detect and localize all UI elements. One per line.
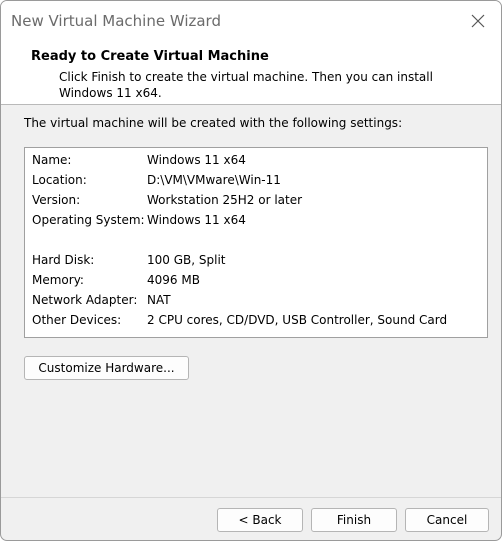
setting-row-memory: Memory: 4096 MB — [32, 273, 200, 293]
setting-label: Location: — [32, 173, 87, 187]
setting-label: Version: — [32, 193, 81, 207]
close-icon — [471, 14, 485, 28]
footer-divider — [1, 497, 501, 498]
setting-row-os: Operating System: Windows 11 x64 — [32, 213, 246, 233]
setting-label: Name: — [32, 153, 72, 167]
wizard-window: New Virtual Machine Wizard Ready to Crea… — [0, 0, 502, 541]
title-bar: New Virtual Machine Wizard — [1, 1, 501, 41]
setting-row-location: Location: D:\VM\VMware\Win-11 — [32, 173, 281, 193]
finish-button[interactable]: Finish — [311, 508, 397, 532]
setting-value: D:\VM\VMware\Win-11 — [147, 173, 281, 187]
setting-value: 100 GB, Split — [147, 253, 226, 267]
setting-value: Windows 11 x64 — [147, 153, 246, 167]
page-title: Ready to Create Virtual Machine — [31, 49, 269, 64]
setting-value: NAT — [147, 293, 171, 307]
setting-label: Network Adapter: — [32, 293, 138, 307]
back-button[interactable]: < Back — [217, 508, 303, 532]
page-description: Click Finish to create the virtual machi… — [59, 70, 433, 100]
setting-value: Windows 11 x64 — [147, 213, 246, 227]
setting-value: Workstation 25H2 or later — [147, 193, 303, 207]
setting-row-network: Network Adapter: NAT — [32, 293, 171, 313]
setting-row-hard-disk: Hard Disk: 100 GB, Split — [32, 253, 226, 273]
setting-label: Hard Disk: — [32, 253, 95, 267]
setting-label: Operating System: — [32, 213, 145, 227]
window-title: New Virtual Machine Wizard — [11, 12, 221, 30]
setting-value: 2 CPU cores, CD/DVD, USB Controller, Sou… — [147, 313, 448, 327]
settings-summary: Name: Windows 11 x64 Location: D:\VM\VMw… — [24, 147, 488, 338]
customize-hardware-button[interactable]: Customize Hardware... — [24, 356, 189, 380]
settings-intro: The virtual machine will be created with… — [24, 116, 403, 130]
setting-label: Other Devices: — [32, 313, 122, 327]
close-button[interactable] — [455, 1, 501, 41]
setting-label: Memory: — [32, 273, 84, 287]
setting-value: 4096 MB — [147, 273, 200, 287]
setting-row-other-devices: Other Devices: 2 CPU cores, CD/DVD, USB … — [32, 313, 447, 333]
wizard-header: Ready to Create Virtual Machine Click Fi… — [1, 41, 501, 105]
cancel-button[interactable]: Cancel — [405, 508, 489, 532]
setting-row-name: Name: Windows 11 x64 — [32, 153, 246, 173]
setting-row-version: Version: Workstation 25H2 or later — [32, 193, 302, 213]
